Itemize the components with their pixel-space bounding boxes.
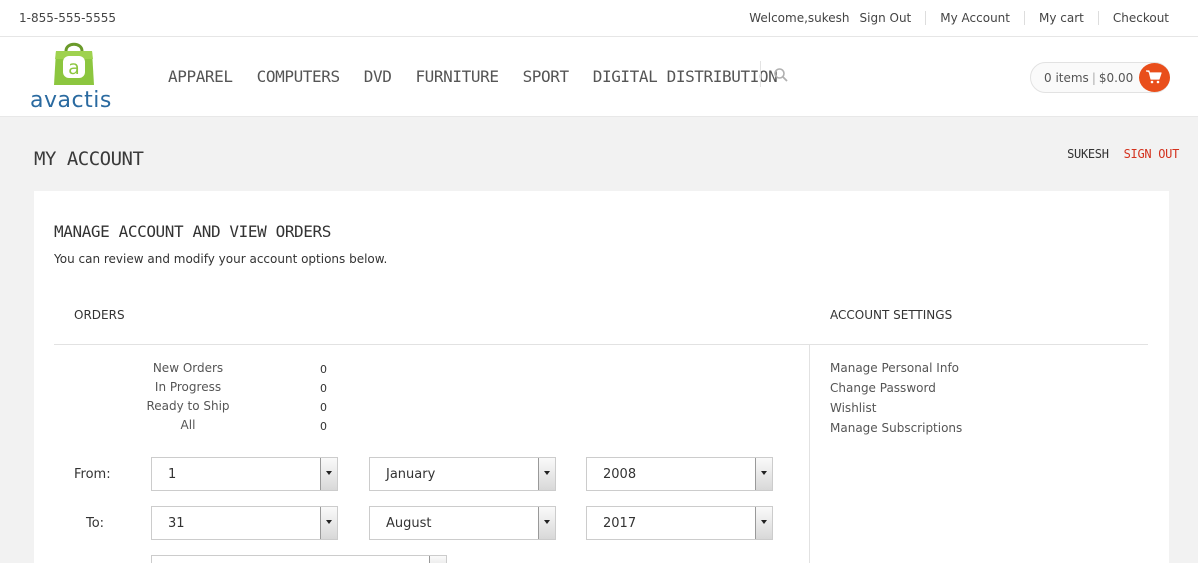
account-panel: MANAGE ACCOUNT AND VIEW ORDERS You can r… <box>34 191 1169 563</box>
nav-item-furniture[interactable]: FURNITURE <box>415 67 499 86</box>
to-day-select[interactable]: 31 <box>151 506 338 540</box>
chevron-down-icon[interactable] <box>755 458 772 490</box>
phone-number: 1-855-555-5555 <box>19 11 116 25</box>
top-link-sign-out[interactable]: Sign Out <box>860 11 926 25</box>
top-links: Welcome,sukesh Sign Out My Account My ca… <box>749 11 1169 25</box>
link-manage-personal-info[interactable]: Manage Personal Info <box>830 361 962 381</box>
shopping-bag-logo-icon: a <box>54 42 94 85</box>
select-value: 1 <box>168 467 177 482</box>
panel-subtitle: You can review and modify your account o… <box>54 252 388 266</box>
link-wishlist[interactable]: Wishlist <box>830 401 962 421</box>
section-divider <box>54 344 1148 345</box>
stat-value: 0 <box>320 363 327 376</box>
chevron-down-icon[interactable] <box>538 458 555 490</box>
top-link-checkout[interactable]: Checkout <box>1097 11 1169 25</box>
stat-all[interactable]: All 0 <box>128 418 338 437</box>
from-year-select[interactable]: 2008 <box>586 457 773 491</box>
to-label: To: <box>86 516 105 531</box>
order-stats: New Orders 0 In Progress 0 Ready to Ship… <box>128 361 338 437</box>
stat-value: 0 <box>320 382 327 395</box>
from-day-select[interactable]: 1 <box>151 457 338 491</box>
logo[interactable]: a avactis <box>30 39 120 113</box>
link-manage-subscriptions[interactable]: Manage Subscriptions <box>830 421 962 441</box>
select-value: August <box>386 516 432 531</box>
select-value: 2017 <box>603 516 637 531</box>
top-bar: 1-855-555-5555 Welcome,sukesh Sign Out M… <box>0 0 1198 37</box>
top-link-my-account[interactable]: My Account <box>925 11 1024 25</box>
column-divider <box>809 345 810 563</box>
panel-title: MANAGE ACCOUNT AND VIEW ORDERS <box>54 222 331 241</box>
select-value: January <box>386 467 436 482</box>
top-link-my-cart[interactable]: My cart <box>1024 11 1098 25</box>
sign-out-link[interactable]: SIGN OUT <box>1124 147 1180 161</box>
nav-item-sport[interactable]: SPORT <box>523 67 570 86</box>
cart-icon <box>1146 70 1162 84</box>
page-title: MY ACCOUNT <box>34 148 144 170</box>
nav-divider <box>760 61 761 87</box>
chevron-down-icon[interactable] <box>538 507 555 539</box>
stat-label: In Progress <box>154 380 222 394</box>
stat-label: New Orders <box>152 361 224 375</box>
chevron-down-icon[interactable] <box>755 507 772 539</box>
stat-value: 0 <box>320 420 327 433</box>
from-month-select[interactable]: January <box>369 457 556 491</box>
site-header: a avactis APPAREL COMPUTERS DVD FURNITUR… <box>0 37 1198 117</box>
orders-heading: ORDERS <box>74 308 125 322</box>
stat-value: 0 <box>320 401 327 414</box>
account-settings-heading: ACCOUNT SETTINGS <box>830 308 953 322</box>
search-icon[interactable] <box>773 67 789 83</box>
svg-text:a: a <box>68 57 80 79</box>
logo-text: avactis <box>30 88 112 113</box>
nav-item-apparel[interactable]: APPAREL <box>168 67 233 86</box>
cart-button[interactable] <box>1139 63 1170 92</box>
stat-ready-to-ship[interactable]: Ready to Ship 0 <box>128 399 338 418</box>
stat-label: All <box>180 418 196 432</box>
select-value: 2008 <box>603 467 637 482</box>
chevron-down-icon[interactable] <box>320 458 337 490</box>
cart-total: $0.00 <box>1098 71 1134 85</box>
to-year-select[interactable]: 2017 <box>586 506 773 540</box>
stat-in-progress[interactable]: In Progress 0 <box>128 380 338 399</box>
cart-summary: 0 items | $0.00 <box>1044 71 1134 85</box>
user-links: SUKESH SIGN OUT <box>1067 147 1179 161</box>
to-month-select[interactable]: August <box>369 506 556 540</box>
cart-item-count: 0 items <box>1044 71 1089 85</box>
mini-cart[interactable]: 0 items | $0.00 <box>1030 62 1170 93</box>
chevron-down-icon[interactable] <box>320 507 337 539</box>
status-select[interactable] <box>151 555 447 563</box>
link-change-password[interactable]: Change Password <box>830 381 962 401</box>
stat-new-orders[interactable]: New Orders 0 <box>128 361 338 380</box>
main-nav: APPAREL COMPUTERS DVD FURNITURE SPORT DI… <box>168 67 801 86</box>
from-label: From: <box>74 467 111 482</box>
welcome-text: Welcome,sukesh <box>749 11 850 25</box>
account-settings-links: Manage Personal Info Change Password Wis… <box>830 361 962 441</box>
chevron-down-icon[interactable] <box>429 556 446 563</box>
nav-item-computers[interactable]: COMPUTERS <box>257 67 341 86</box>
username-link[interactable]: SUKESH <box>1067 147 1109 161</box>
nav-item-dvd[interactable]: DVD <box>364 67 392 86</box>
stat-label: Ready to Ship <box>146 399 230 413</box>
nav-item-digital-distribution[interactable]: DIGITAL DISTRIBUTION <box>593 67 778 86</box>
select-value: 31 <box>168 516 185 531</box>
